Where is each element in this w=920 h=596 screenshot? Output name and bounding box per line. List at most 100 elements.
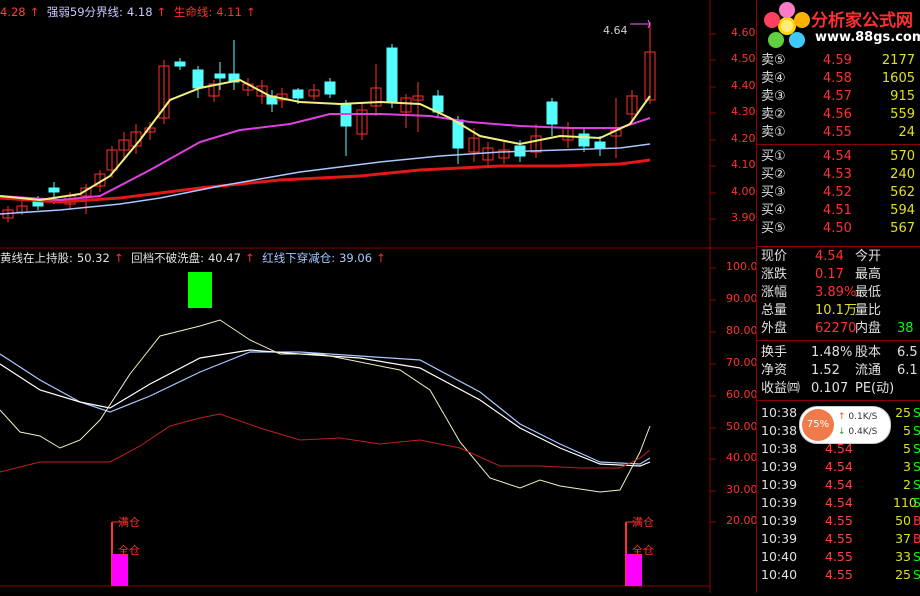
indicator-a-value: 50.32 <box>76 251 110 265</box>
tick-flag: S <box>913 441 920 456</box>
tick-row[interactable]: 10:40 4.55 33 S <box>757 548 920 566</box>
candle-body <box>432 95 444 113</box>
tick-volume: 5 <box>903 423 911 438</box>
chart-area[interactable]: 4.28 ↑ 强弱59分界线: 4.18 ↑ 生命线: 4.11 ↑ 4.64 黄线在上持… <box>0 0 758 593</box>
buy-level[interactable]: 买⑤ 4.50 567 <box>759 220 919 238</box>
up-arrow-icon: ↑ <box>376 251 386 265</box>
indicator-a-label: 黄线在上持股: <box>0 251 73 265</box>
price-tick-label: 4.60 <box>731 26 756 39</box>
tick-price: 4.55 <box>825 549 853 564</box>
buy-level[interactable]: 买④ 4.51 594 <box>759 202 919 220</box>
quote-value-2: 6.5 <box>897 345 918 360</box>
tick-time: 10:38 <box>761 423 798 438</box>
up-arrow-icon: ↑ <box>156 5 167 19</box>
quote-row: 总量 10.1万 量比 <box>757 302 920 320</box>
tick-time: 10:39 <box>761 531 798 546</box>
price-tick-label: 4.40 <box>731 79 756 92</box>
quote-row: 外盘 62270 内盘 38 <box>757 320 920 338</box>
candle-body <box>324 81 336 95</box>
level-volume: 570 <box>890 149 915 164</box>
tick-flag: S <box>913 423 920 438</box>
candle-body <box>214 73 226 79</box>
tick-time: 10:40 <box>761 567 798 582</box>
tick-flag: S <box>913 459 920 474</box>
candle-body <box>48 187 60 193</box>
signal-label-top: 满仓 <box>632 516 654 529</box>
buy-signal-block <box>188 272 212 308</box>
buy-level[interactable]: 买① 4.54 570 <box>759 148 919 166</box>
level-label: 卖④ <box>761 71 786 86</box>
quote-value: 0.17 <box>815 267 844 282</box>
level-price: 4.59 <box>823 53 852 68</box>
osc-tick-label: 100.0 <box>726 260 758 273</box>
level-label: 买① <box>761 149 786 164</box>
level-volume: 1605 <box>881 71 915 86</box>
osc-tick-label: 40.00 <box>726 451 758 464</box>
quote-value: 62270 <box>815 321 857 336</box>
tick-row[interactable]: 10:40 4.55 25 S <box>757 566 920 584</box>
price-tick-label: 4.50 <box>731 52 756 65</box>
tick-row[interactable]: 10:39 4.55 50 B <box>757 512 920 530</box>
tick-row[interactable]: 10:39 4.54 2 S <box>757 476 920 494</box>
quote-value-2: 6.1 <box>897 363 918 378</box>
quote-label-2: 最低 <box>855 285 882 300</box>
osc-tick-label: 70.00 <box>726 356 758 369</box>
tick-time: 10:39 <box>761 459 798 474</box>
buy-level[interactable]: 买③ 4.52 562 <box>759 184 919 202</box>
position-bar <box>626 554 642 586</box>
sell-level[interactable]: 卖④ 4.58 1605 <box>759 70 919 88</box>
tick-time: 10:40 <box>761 549 798 564</box>
level-price: 4.54 <box>823 149 852 164</box>
osc-tick-label: 90.00 <box>726 292 758 305</box>
level-volume: 559 <box>890 107 915 122</box>
tick-price: 4.54 <box>825 459 853 474</box>
quote-label-2: 内盘 <box>855 321 882 336</box>
quote-label-2: 流通 <box>855 363 882 378</box>
tick-flag: B <box>913 531 920 546</box>
osc-tick-label: 20.00 <box>726 514 758 527</box>
tick-price: 4.54 <box>825 495 853 510</box>
buy-level[interactable]: 买② 4.53 240 <box>759 166 919 184</box>
quote-row: 涨幅 3.89% 最低 <box>757 284 920 302</box>
level-label: 卖③ <box>761 89 786 104</box>
indicator-b-value: 40.47 <box>207 251 241 265</box>
tick-volume: 25 <box>895 567 911 582</box>
level-price: 4.50 <box>823 221 852 236</box>
tick-time: 10:38 <box>761 405 798 420</box>
level-label: 买④ <box>761 203 786 218</box>
quote-label-2: 量比 <box>855 303 882 318</box>
tick-volume: 3 <box>903 459 911 474</box>
level-label: 买② <box>761 167 786 182</box>
sell-level[interactable]: 卖③ 4.57 915 <box>759 88 919 106</box>
kline-chart[interactable] <box>0 0 756 593</box>
download-arrow-icon: ↓ <box>838 427 846 437</box>
sell-level[interactable]: 卖① 4.55 24 <box>759 124 919 142</box>
network-speed-widget[interactable]: 75% ↑ 0.1K/S ↓ 0.4K/S <box>799 406 891 444</box>
price-tick-label: 4.20 <box>731 132 756 145</box>
tick-price: 4.55 <box>825 531 853 546</box>
sell-level[interactable]: 卖⑤ 4.59 2177 <box>759 52 919 70</box>
tick-volume: 37 <box>895 531 911 546</box>
position-bar <box>112 554 128 586</box>
level-volume: 24 <box>898 125 915 140</box>
candle-body <box>292 89 304 99</box>
bottom-indicator-legend: 黄线在上持股: 50.32 ↑ 回档不破洗盘: 40.47 ↑ 红线下穿减仓: 39.06… <box>0 250 390 266</box>
level-volume: 2177 <box>881 53 915 68</box>
indicator-label-3: 生命线: <box>173 5 213 19</box>
level-price: 4.58 <box>823 71 852 86</box>
quote-row: 涨跌 0.17 最高 <box>757 266 920 284</box>
tick-time: 10:39 <box>761 513 798 528</box>
level-label: 卖① <box>761 125 786 140</box>
tick-row[interactable]: 10:39 4.54 3 S <box>757 458 920 476</box>
sell-level[interactable]: 卖② 4.56 559 <box>759 106 919 124</box>
candle-body <box>174 61 186 67</box>
tick-row[interactable]: 10:39 4.54 110 S <box>757 494 920 512</box>
level-label: 买⑤ <box>761 221 786 236</box>
speed-percent-badge: 75% <box>802 409 834 441</box>
tick-row[interactable]: 10:39 4.55 37 B <box>757 530 920 548</box>
level-price: 4.57 <box>823 89 852 104</box>
level-volume: 594 <box>890 203 915 218</box>
quote-label: 现价 <box>761 249 788 264</box>
level-label: 买③ <box>761 185 786 200</box>
fundamental-row: 换手 1.48% 股本 6.5 <box>757 344 920 362</box>
